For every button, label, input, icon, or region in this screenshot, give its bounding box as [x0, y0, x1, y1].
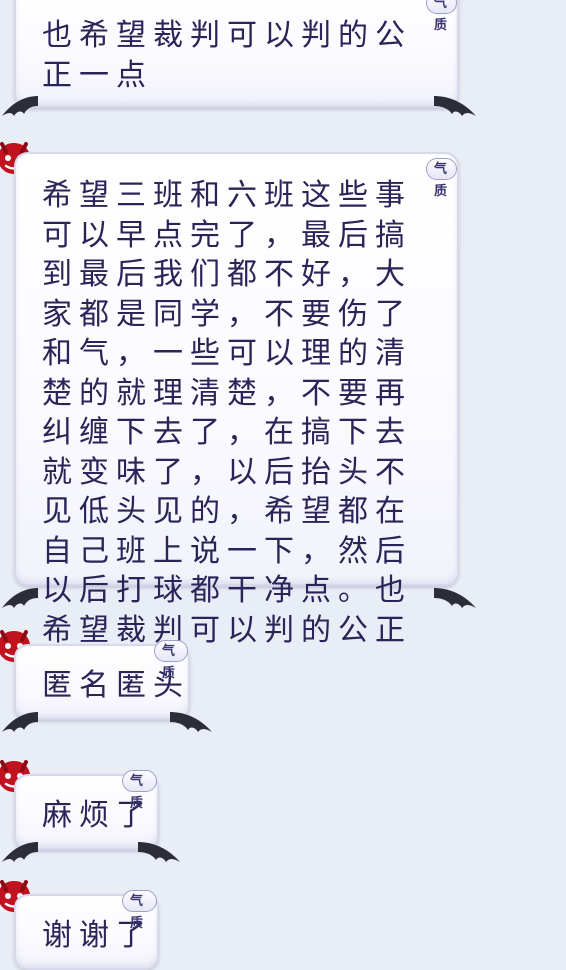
message-bubble[interactable]: 谢谢了 气质 [14, 890, 159, 970]
bat-wing-icon [2, 96, 38, 116]
bat-wing-icon [434, 588, 476, 608]
chat-thread: 也希望裁判可以判的公正一点 气质 希望三班和六班这些事可以早点完了，最后搞到最后… [0, 0, 566, 970]
bat-wing-icon [434, 96, 476, 116]
bat-wing-icon [170, 712, 212, 732]
bat-wing-icon [2, 588, 38, 608]
message-text: 谢谢了 [42, 918, 153, 953]
message-text: 麻烦了 [42, 798, 153, 833]
bat-wing-icon [2, 712, 38, 732]
message-bubble[interactable]: 希望三班和六班这些事可以早点完了，最后搞到最后我们都不好，大家都是同学，不要伤了… [14, 152, 459, 687]
chat-message: 麻烦了 气质 [0, 756, 566, 866]
qizhi-badge: 气质 [122, 770, 157, 811]
message-bubble[interactable]: 匿名匿头 气质 [14, 640, 190, 720]
qizhi-badge: 气质 [426, 158, 457, 199]
chat-message: 谢谢了 气质 [0, 876, 566, 970]
chat-message: 也希望裁判可以判的公正一点 气质 [0, 0, 566, 118]
qizhi-badge: 气质 [426, 0, 457, 33]
qizhi-badge: 气质 [122, 890, 157, 931]
chat-message: 希望三班和六班这些事可以早点完了，最后搞到最后我们都不好，大家都是同学，不要伤了… [0, 138, 566, 687]
chat-message: 匿名匿头 气质 [0, 626, 566, 736]
message-text: 希望三班和六班这些事可以早点完了，最后搞到最后我们都不好，大家都是同学，不要伤了… [42, 178, 412, 687]
message-text: 也希望裁判可以判的公正一点 [42, 18, 412, 93]
message-bubble[interactable]: 也希望裁判可以判的公正一点 气质 [14, 0, 459, 108]
bat-wing-icon [138, 842, 180, 862]
bat-wing-icon [2, 842, 38, 862]
qizhi-badge: 气质 [154, 640, 188, 681]
